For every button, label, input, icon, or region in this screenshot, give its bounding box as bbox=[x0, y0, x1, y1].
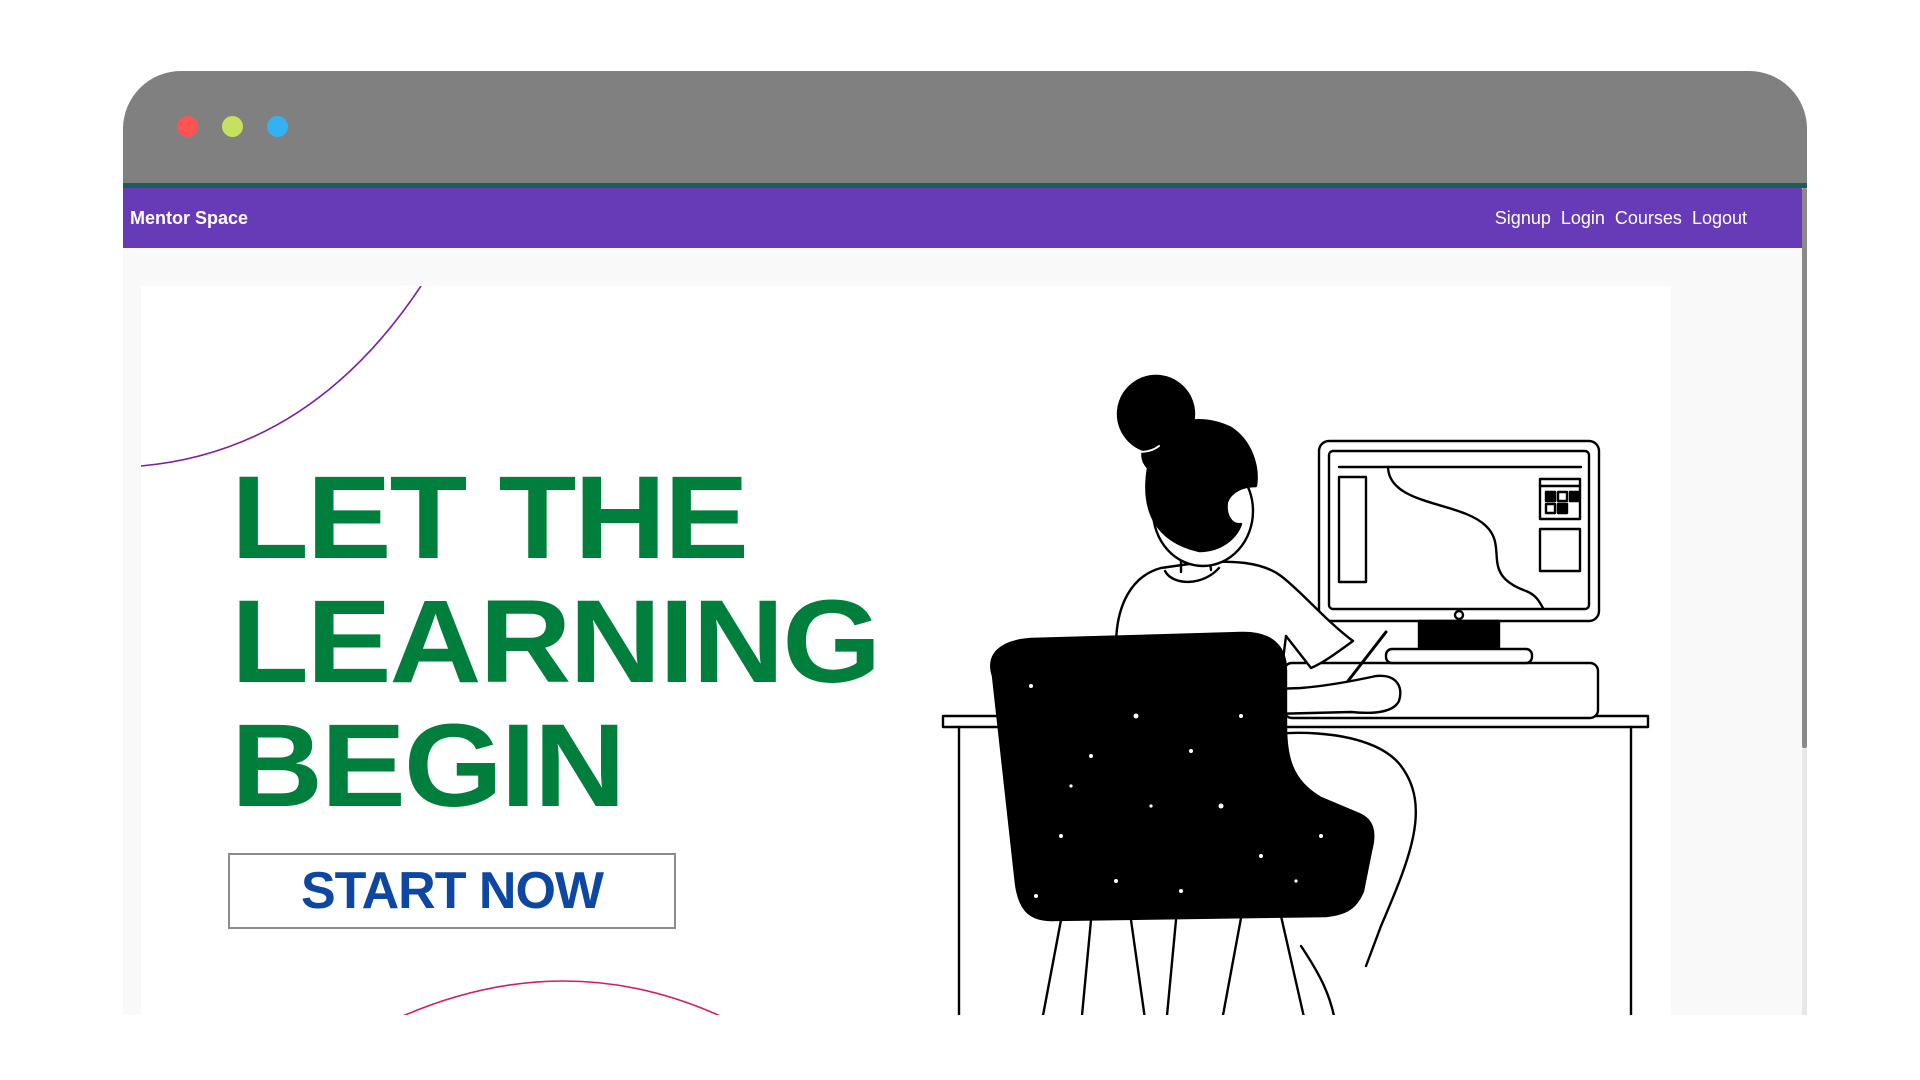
person-hair-bun bbox=[1116, 374, 1196, 454]
maximize-window-icon[interactable] bbox=[267, 116, 288, 137]
close-window-icon[interactable] bbox=[177, 116, 198, 137]
nav-link-courses[interactable]: Courses bbox=[1615, 208, 1682, 229]
brand-link[interactable]: Mentor Space bbox=[130, 188, 248, 248]
hero-banner: LET THE LEARNING BEGIN START NOW bbox=[141, 286, 1671, 1015]
nav-link-login[interactable]: Login bbox=[1561, 208, 1605, 229]
window-titlebar bbox=[123, 71, 1807, 188]
nav-link-signup[interactable]: Signup bbox=[1495, 208, 1551, 229]
scrollbar-thumb[interactable] bbox=[1802, 188, 1807, 748]
hero-headline: LET THE LEARNING BEGIN bbox=[231, 452, 881, 832]
minimize-window-icon[interactable] bbox=[222, 116, 243, 137]
person-at-computer-illustration bbox=[941, 374, 1650, 1015]
navbar: Mentor Space Signup Login Courses Logout bbox=[123, 188, 1803, 248]
top-arc bbox=[141, 286, 422, 467]
headline-line-2: LEARNING bbox=[231, 576, 881, 708]
page-viewport: Mentor Space Signup Login Courses Logout… bbox=[123, 188, 1807, 1015]
browser-window: Mentor Space Signup Login Courses Logout… bbox=[123, 71, 1807, 1015]
monitor-stand bbox=[1417, 619, 1501, 651]
nav-link-logout[interactable]: Logout bbox=[1692, 208, 1747, 229]
nav-links: Signup Login Courses Logout bbox=[1495, 188, 1747, 248]
bottom-arc bbox=[403, 980, 720, 1015]
start-now-button[interactable]: START NOW bbox=[228, 853, 676, 929]
vertical-scrollbar[interactable] bbox=[1802, 188, 1807, 1015]
headline-line-3: BEGIN bbox=[231, 700, 626, 832]
headline-line-1: LET THE bbox=[231, 452, 749, 584]
